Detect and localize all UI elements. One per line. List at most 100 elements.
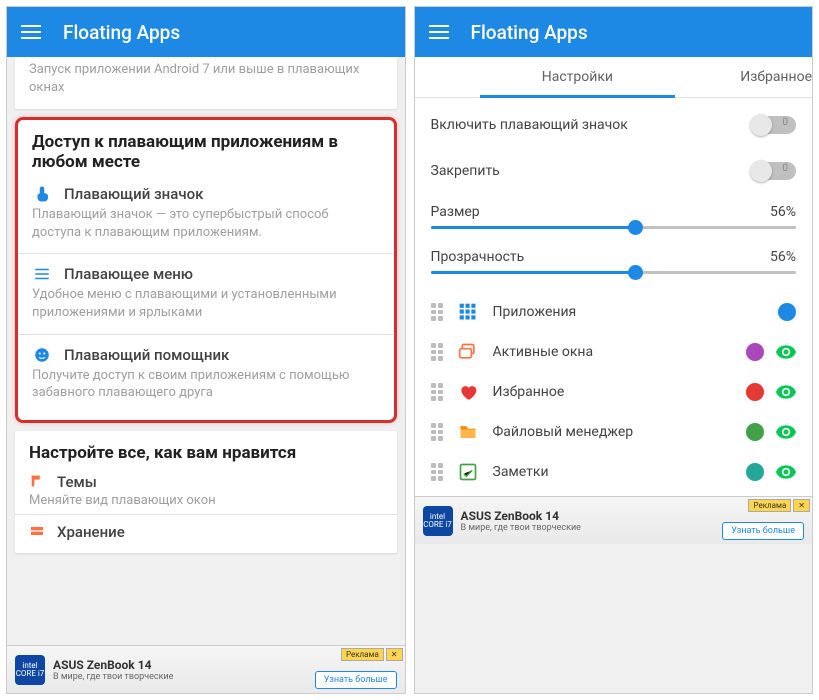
- ad-subtitle: В мире, где твои творческие: [53, 672, 309, 682]
- row-label: Заметки: [493, 464, 737, 480]
- setting-enable-floating-icon[interactable]: Включить плавающий значок 0: [431, 102, 797, 148]
- face-icon: [32, 345, 52, 365]
- eye-icon[interactable]: [776, 345, 796, 359]
- storage-icon: [29, 523, 47, 541]
- partial-card-top[interactable]: Запуск приложении Android 7 или выше в п…: [15, 57, 397, 109]
- row-label: Файловый менеджер: [493, 424, 737, 440]
- divider: [18, 253, 394, 254]
- tab-settings[interactable]: Настройки: [415, 57, 741, 97]
- left-content: Запуск приложении Android 7 или выше в п…: [7, 57, 405, 645]
- list-row-notes[interactable]: Заметки: [431, 452, 797, 492]
- list-row-active-windows[interactable]: Активные окна: [431, 332, 797, 372]
- access-section-card: Доступ к плавающим приложениям в любом м…: [15, 117, 397, 422]
- paint-icon: [29, 473, 47, 491]
- slider-thumb[interactable]: [628, 220, 643, 235]
- access-item-sub: Плавающий значок — это супербыстрый спос…: [32, 206, 380, 251]
- windows-icon: [457, 341, 479, 363]
- reorder-list: Приложения Активные окна Избранное: [431, 284, 797, 492]
- ad-banner[interactable]: intel CORE i7 ASUS ZenBook 14 В мире, гд…: [7, 645, 405, 693]
- drag-handle-icon[interactable]: [431, 343, 443, 361]
- touch-icon: [32, 184, 52, 204]
- ad-subtitle: В мире, где твои творческие: [461, 523, 717, 533]
- access-item-floating-helper[interactable]: Плавающий помощник Получите доступ к сво…: [32, 337, 380, 412]
- customize-item-title: Темы: [57, 473, 97, 491]
- list-row-file-manager[interactable]: Файловый менеджер: [431, 412, 797, 452]
- access-item-title: Плавающий значок: [64, 185, 203, 203]
- color-dot[interactable]: [746, 383, 764, 401]
- hamburger-icon[interactable]: [429, 25, 449, 39]
- ad-close-icon[interactable]: ✕: [793, 499, 810, 512]
- access-item-title: Плавающий помощник: [64, 346, 229, 364]
- list-row-favorites[interactable]: Избранное: [431, 372, 797, 412]
- drag-handle-icon[interactable]: [431, 383, 443, 401]
- row-label: Приложения: [493, 304, 769, 320]
- menu-lines-icon: [32, 264, 52, 284]
- grid-icon: [457, 301, 479, 323]
- slider-size[interactable]: Размер 56%: [431, 194, 797, 239]
- customize-section-card: Настройте все, как вам нравится Темы Мен…: [15, 431, 397, 553]
- tab-favorites[interactable]: Избранное: [740, 57, 812, 97]
- ad-title: ASUS ZenBook 14: [461, 509, 717, 523]
- drag-handle-icon[interactable]: [431, 463, 443, 481]
- appbar: Floating Apps: [7, 7, 405, 57]
- ad-cta-button[interactable]: Узнать больше: [315, 671, 397, 689]
- customize-section-title: Настройте все, как вам нравится: [29, 443, 383, 463]
- access-item-title: Плавающее меню: [64, 265, 193, 283]
- row-label: Активные окна: [493, 344, 737, 360]
- color-dot[interactable]: [746, 423, 764, 441]
- setting-label: Включить плавающий значок: [431, 117, 628, 133]
- note-icon: [457, 461, 479, 483]
- heart-icon: [457, 381, 479, 403]
- ad-title: ASUS ZenBook 14: [53, 658, 309, 672]
- list-row-apps[interactable]: Приложения: [431, 292, 797, 332]
- customize-item-title: Хранение: [57, 523, 125, 541]
- ad-label-badge: Реклама: [341, 648, 384, 661]
- ad-chip-icon: intel CORE i7: [15, 655, 45, 685]
- color-dot[interactable]: [746, 463, 764, 481]
- ad-label-badge: Реклама: [748, 499, 791, 512]
- right-screen: Floating Apps Настройки Избранное Включи…: [414, 6, 814, 694]
- appbar: Floating Apps: [415, 7, 813, 57]
- drag-handle-icon[interactable]: [431, 423, 443, 441]
- slider-label: Прозрачность: [431, 249, 525, 265]
- access-item-floating-icon[interactable]: Плавающий значок Плавающий значок — это …: [32, 176, 380, 251]
- ad-chip-icon: intel CORE i7: [423, 506, 453, 536]
- divider: [15, 514, 397, 515]
- slider-thumb[interactable]: [628, 265, 643, 280]
- eye-icon[interactable]: [776, 385, 796, 399]
- color-dot[interactable]: [778, 303, 796, 321]
- slider-opacity[interactable]: Прозрачность 56%: [431, 239, 797, 284]
- switch-toggle[interactable]: 0: [750, 162, 796, 180]
- access-item-sub: Получите доступ к своим приложениям с по…: [32, 367, 380, 412]
- row-label: Избранное: [493, 384, 737, 400]
- slider-value: 56%: [770, 204, 796, 220]
- divider: [18, 334, 394, 335]
- ad-banner[interactable]: intel CORE i7 ASUS ZenBook 14 В мире, гд…: [415, 496, 813, 544]
- settings-panel: Включить плавающий значок 0 Закрепить 0 …: [415, 98, 813, 496]
- ad-close-icon[interactable]: ✕: [386, 648, 403, 661]
- access-item-sub: Удобное меню с плавающими и установленны…: [32, 286, 380, 331]
- setting-pin[interactable]: Закрепить 0: [431, 148, 797, 194]
- app-title: Floating Apps: [63, 21, 180, 44]
- eye-icon[interactable]: [776, 425, 796, 439]
- eye-icon[interactable]: [776, 465, 796, 479]
- left-screen: Floating Apps Запуск приложении Android …: [6, 6, 406, 694]
- tabs: Настройки Избранное: [415, 57, 813, 98]
- app-title: Floating Apps: [471, 21, 588, 44]
- access-section-title: Доступ к плавающим приложениям в любом м…: [32, 132, 380, 172]
- drag-handle-icon[interactable]: [431, 303, 443, 321]
- switch-toggle[interactable]: 0: [750, 116, 796, 134]
- color-dot[interactable]: [746, 343, 764, 361]
- slider-track[interactable]: [431, 226, 797, 229]
- hamburger-icon[interactable]: [21, 25, 41, 39]
- folder-icon: [457, 421, 479, 443]
- setting-label: Закрепить: [431, 163, 500, 179]
- slider-value: 56%: [770, 249, 796, 265]
- customize-item-storage[interactable]: Хранение: [29, 517, 383, 541]
- customize-item-themes[interactable]: Темы Меняйте вид плавающих окон: [29, 467, 383, 512]
- access-item-floating-menu[interactable]: Плавающее меню Удобное меню с плавающими…: [32, 256, 380, 331]
- slider-label: Размер: [431, 204, 480, 220]
- ad-cta-button[interactable]: Узнать больше: [722, 522, 804, 540]
- slider-track[interactable]: [431, 271, 797, 274]
- customize-item-sub: Меняйте вид плавающих окон: [29, 493, 383, 508]
